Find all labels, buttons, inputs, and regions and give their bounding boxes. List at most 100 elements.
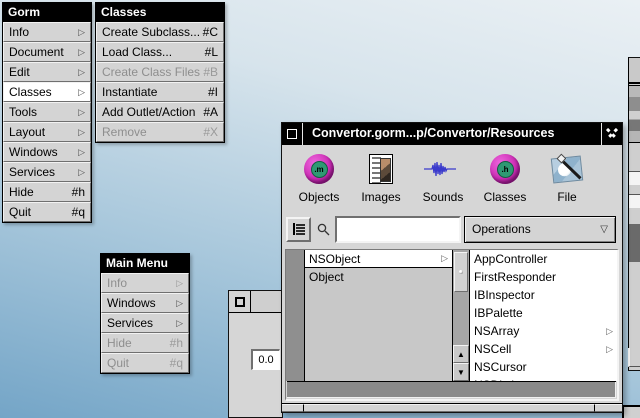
browser-row-firstresponder[interactable]: FirstResponder: [470, 268, 617, 286]
menu-item-add-outlet-action[interactable]: Add Outlet/Action #A: [96, 102, 224, 122]
browser-vertical-scrollbar[interactable]: ▲ ▼: [453, 250, 470, 381]
menu-item-label: Windows: [9, 145, 58, 159]
sounds-icon: [423, 158, 463, 180]
menu-item-label: Quit: [9, 205, 31, 219]
menu-item-shortcut: #L: [205, 45, 218, 59]
toolbar-item-label: Objects: [299, 190, 340, 204]
classes-submenu-title[interactable]: Classes: [96, 3, 224, 22]
menu-item-label: Services: [107, 316, 153, 330]
menu-item-layout[interactable]: Layout ▷: [3, 122, 91, 142]
browser-row-label: NSArray: [474, 324, 519, 338]
window-titlebar[interactable]: [229, 291, 282, 313]
menu-item-label: Add Outlet/Action: [102, 105, 195, 119]
menu-item-services[interactable]: Services ▷: [101, 313, 189, 333]
menu-item-label: Services: [9, 165, 55, 179]
browser-row-nscell[interactable]: NSCell ▷: [470, 340, 617, 358]
submenu-arrow-icon: ▷: [78, 88, 85, 97]
submenu-arrow-icon: ▷: [78, 28, 85, 37]
browser-row-nsarray[interactable]: NSArray ▷: [470, 322, 617, 340]
browser-row-label: FirstResponder: [474, 270, 556, 284]
menu-item-shortcut: #h: [170, 336, 183, 350]
menu-item-shortcut: #X: [203, 125, 218, 139]
browser-row-label: IBPalette: [474, 306, 523, 320]
menu-item-label: Create Subclass...: [102, 25, 200, 39]
menu-item-quit[interactable]: Quit #q: [3, 202, 91, 222]
resize-handle-left[interactable]: [282, 404, 304, 412]
number-field[interactable]: 0.0: [251, 349, 280, 370]
browser-row-ibpalette[interactable]: IBPalette: [470, 304, 617, 322]
toolbar-item-classes[interactable]: .h Classes: [474, 149, 536, 211]
browser-row-nsobject[interactable]: NSObject ▷: [305, 250, 452, 268]
submenu-arrow-icon: ▷: [78, 108, 85, 117]
sliver-row: [629, 194, 640, 208]
browser-horizontal-scrollbar[interactable]: [287, 381, 616, 398]
gorm-menu-title[interactable]: Gorm: [3, 3, 91, 22]
toolbar-item-sounds[interactable]: Sounds: [412, 149, 474, 211]
browser-row-nscursor[interactable]: NSCursor: [470, 358, 617, 376]
menu-item-label: Hide: [9, 185, 34, 199]
menu-item-label: Windows: [107, 296, 156, 310]
window-corner-fragment: [622, 405, 640, 418]
menu-item-services[interactable]: Services ▷: [3, 162, 91, 182]
menu-item-classes[interactable]: Classes ▷: [3, 82, 91, 102]
menu-item-instantiate[interactable]: Instantiate #I: [96, 82, 224, 102]
search-icon: [317, 223, 330, 236]
scroll-down-button[interactable]: ▼: [453, 363, 469, 381]
search-input[interactable]: [335, 216, 461, 243]
main-menu-title[interactable]: Main Menu: [101, 254, 189, 273]
window-resize-bar[interactable]: [282, 403, 622, 412]
browser-row-ibinspector[interactable]: IBInspector: [470, 286, 617, 304]
gorm-menu: Gorm Info ▷ Document ▷ Edit ▷ Classes ▷ …: [2, 2, 92, 223]
menu-item-label: Tools: [9, 105, 37, 119]
resource-toolbar: .m Objects Images Sounds .h Classes: [282, 145, 622, 211]
menu-item-shortcut: #q: [72, 205, 85, 219]
browser-row-appcontroller[interactable]: AppController: [470, 250, 617, 268]
submenu-arrow-icon: ▷: [176, 299, 183, 308]
images-icon: [369, 154, 393, 184]
menu-item-hide[interactable]: Hide #h: [3, 182, 91, 202]
menu-item-info[interactable]: Info ▷: [3, 22, 91, 42]
menu-item-label: Info: [9, 25, 29, 39]
resize-handle-middle[interactable]: [304, 404, 594, 412]
classes-submenu: Classes Create Subclass... #C Load Class…: [95, 2, 225, 143]
browser-left-scroller[interactable]: [286, 250, 305, 381]
images-icon-photo: [380, 158, 391, 182]
scrollbar-knob[interactable]: [454, 252, 468, 292]
menu-item-document[interactable]: Document ▷: [3, 42, 91, 62]
resize-handle-right[interactable]: [594, 404, 622, 412]
toolbar-item-file[interactable]: File: [536, 149, 598, 211]
submenu-arrow-icon: ▷: [176, 279, 183, 288]
submenu-arrow-icon: ▷: [176, 319, 183, 328]
browser-column-1: NSObject ▷ Object: [305, 250, 453, 381]
toolbar-item-label: Images: [361, 190, 400, 204]
close-button[interactable]: [601, 123, 622, 145]
menu-item-load-class[interactable]: Load Class... #L: [96, 42, 224, 62]
palette-window-sliver: [628, 57, 640, 371]
menu-item-label: Layout: [9, 125, 45, 139]
sliver-row: [629, 171, 640, 185]
menu-item-create-subclass[interactable]: Create Subclass... #C: [96, 22, 224, 42]
menu-item-shortcut: #C: [203, 25, 218, 39]
menu-item-edit[interactable]: Edit ▷: [3, 62, 91, 82]
browser-row-label: AppController: [474, 252, 547, 266]
browser-row-label: NSCell: [474, 342, 511, 356]
miniaturize-icon: [287, 129, 297, 139]
menu-item-windows[interactable]: Windows ▷: [101, 293, 189, 313]
outline-view-button[interactable]: [286, 217, 311, 242]
sliver-titlebar[interactable]: [629, 58, 640, 84]
miniaturize-button[interactable]: [229, 291, 251, 312]
miniaturize-icon: [235, 297, 245, 307]
menu-item-windows[interactable]: Windows ▷: [3, 142, 91, 162]
miniaturize-button[interactable]: [282, 123, 303, 145]
toolbar-item-objects[interactable]: .m Objects: [288, 149, 350, 211]
menu-item-tools[interactable]: Tools ▷: [3, 102, 91, 122]
scroll-down-icon: ▼: [457, 368, 465, 377]
classes-icon: .h: [490, 154, 520, 184]
operations-dropdown[interactable]: Operations ▽: [464, 216, 616, 243]
menu-item-label: Quit: [107, 356, 129, 370]
browser-row-object[interactable]: Object: [305, 268, 452, 286]
window-titlebar[interactable]: Convertor.gorm...p/Convertor/Resources: [282, 123, 622, 145]
scroll-up-button[interactable]: ▲: [453, 345, 469, 363]
toolbar-item-label: Classes: [484, 190, 527, 204]
toolbar-item-images[interactable]: Images: [350, 149, 412, 211]
